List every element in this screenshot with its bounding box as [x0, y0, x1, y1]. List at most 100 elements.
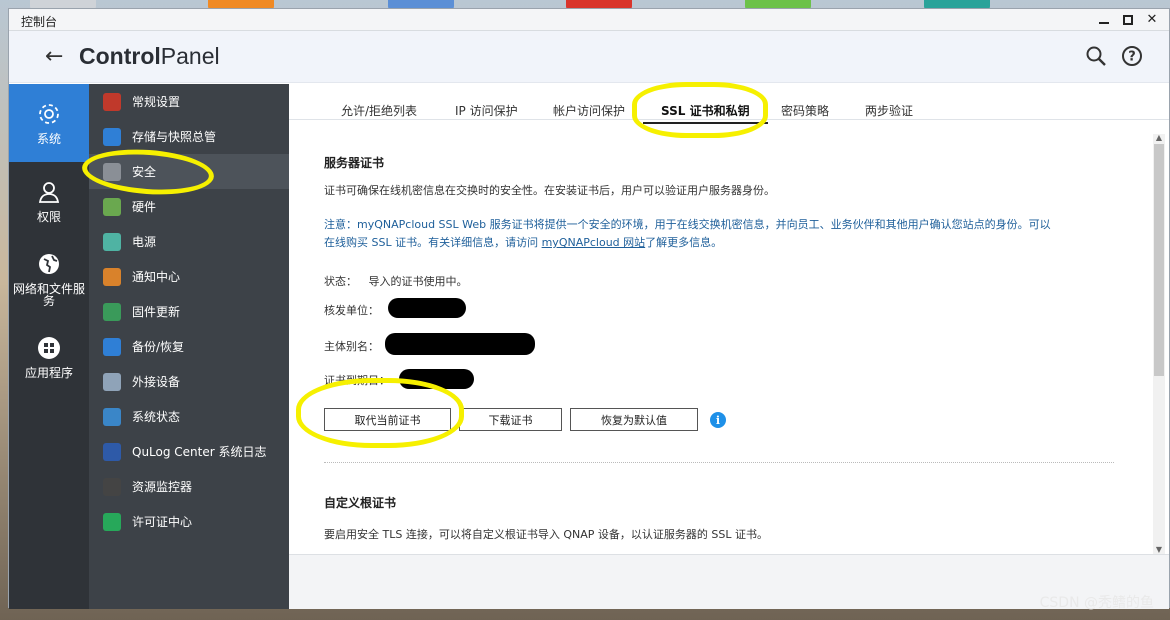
nav-label: 系统 — [36, 132, 61, 146]
nav-sub-item[interactable]: 许可证中心 — [89, 504, 289, 539]
scroll-thumb[interactable] — [1154, 144, 1164, 376]
nav-system[interactable]: 系统 — [9, 84, 89, 162]
nav-sub-label: 存储与快照总管 — [132, 130, 217, 144]
control-panel-window: 控制台 ✕ ← ControlPanel ? 系统 权限 网络和文件服务 应用程… — [8, 8, 1170, 609]
expiry-label: 证书到期日： — [324, 374, 390, 387]
download-certificate-button[interactable]: 下载证书 — [459, 408, 562, 431]
license-icon — [103, 512, 121, 531]
custom-root-cert-description: 要启用安全 TLS 连接，可以将自定义根证书导入 QNAP 设备，以认证服务器的… — [324, 528, 768, 541]
scroll-down-icon[interactable]: ▼ — [1154, 546, 1164, 554]
close-icon: ✕ — [1146, 12, 1158, 27]
nav-sub-item[interactable]: 通知中心 — [89, 259, 289, 294]
nav-sub-label: 许可证中心 — [132, 515, 193, 529]
restore-default-button[interactable]: 恢复为默认值 — [570, 408, 698, 431]
lock-icon — [103, 162, 121, 181]
tab-account-access-protection[interactable]: 帐户访问保护 — [553, 102, 625, 119]
minimize-button[interactable] — [1095, 11, 1113, 28]
status-row: 状态： 导入的证书使用中。 — [324, 273, 468, 289]
nav-sub-label: 系统状态 — [132, 410, 181, 424]
help-icon[interactable]: ? — [1121, 45, 1143, 67]
status-value: 导入的证书使用中。 — [368, 275, 468, 288]
user-icon — [38, 182, 60, 203]
nav-applications[interactable]: 应用程序 — [9, 318, 89, 396]
app-header: ← ControlPanel ? — [9, 31, 1169, 83]
nav-label: 应用程序 — [24, 366, 73, 380]
nav-sub-item[interactable]: 安全 — [89, 154, 289, 189]
server-cert-description: 证书可确保在线机密信息在交换时的安全性。在安装证书后，用户可以验证用户服务器身份… — [324, 184, 775, 197]
maximize-icon — [1123, 14, 1133, 25]
main-panel: 允许/拒绝列表 IP 访问保护 帐户访问保护 SSL 证书和私钥 密码策略 两步… — [289, 84, 1169, 609]
globe-icon — [39, 254, 59, 274]
maximize-button[interactable] — [1119, 11, 1137, 28]
primary-nav: 系统 权限 网络和文件服务 应用程序 — [9, 84, 89, 609]
nav-sub-item[interactable]: 资源监控器 — [89, 469, 289, 504]
replace-certificate-button[interactable]: 取代当前证书 — [324, 408, 451, 431]
tab-allow-deny-list[interactable]: 允许/拒绝列表 — [341, 102, 417, 119]
nav-label: 网络和文件服务 — [13, 282, 86, 308]
resource-monitor-icon — [103, 477, 121, 496]
nav-sub-label: 备份/恢复 — [132, 340, 185, 354]
subject-alias-label: 主体别名： — [324, 340, 379, 353]
nav-sub-label: 资源监控器 — [132, 480, 193, 494]
nav-sub-item[interactable]: 常规设置 — [89, 84, 289, 119]
nav-sub-label: 安全 — [132, 165, 157, 179]
nav-sub-item[interactable]: 存储与快照总管 — [89, 119, 289, 154]
scroll-up-icon[interactable]: ▲ — [1154, 134, 1164, 142]
redaction-mark — [388, 298, 466, 318]
nav-sub-item[interactable]: 硬件 — [89, 189, 289, 224]
nav-sub-label: 常规设置 — [132, 95, 181, 109]
nav-sub-label: 通知中心 — [132, 270, 181, 284]
firmware-icon — [103, 302, 121, 321]
nav-sub-label: 外接设备 — [132, 375, 181, 389]
nav-privileges[interactable]: 权限 — [9, 162, 89, 240]
monitor-icon — [103, 407, 121, 426]
svg-text:?: ? — [1128, 50, 1136, 65]
app-title: ControlPanel — [79, 43, 220, 69]
panel-footer — [289, 554, 1169, 609]
nav-sub-item[interactable]: 系统状态 — [89, 399, 289, 434]
storage-icon — [103, 127, 121, 146]
tab-two-step-verification[interactable]: 两步验证 — [865, 102, 913, 119]
info-icon[interactable]: i — [710, 412, 726, 428]
external-device-icon — [103, 372, 121, 391]
qulog-icon — [103, 442, 121, 461]
window-titlebar[interactable]: 控制台 ✕ — [9, 9, 1169, 31]
nav-label: 权限 — [36, 210, 61, 224]
status-label: 状态： — [324, 275, 357, 288]
section-divider — [324, 462, 1114, 463]
watermark: CSDN @秃鳍的鱼 — [1039, 595, 1154, 611]
power-icon — [103, 232, 121, 251]
content-scrollbar[interactable]: ▲ ▼ — [1153, 134, 1165, 554]
secondary-nav: 常规设置存储与快照总管 安全硬件电源通知中心固件更新备份/恢复外接设备系统状态 Qu… — [89, 84, 289, 609]
issuer-label: 核发单位： — [324, 304, 379, 317]
nav-sub-item[interactable]: QuLog Center 系统日志 — [89, 434, 289, 469]
back-arrow-icon[interactable]: ← — [45, 44, 63, 69]
nav-sub-item[interactable]: 电源 — [89, 224, 289, 259]
nav-network-file-services[interactable]: 网络和文件服务 — [9, 240, 89, 318]
gear-icon — [39, 104, 59, 124]
backup-icon — [103, 337, 121, 356]
window-title: 控制台 — [21, 15, 58, 29]
nav-sub-item[interactable]: 外接设备 — [89, 364, 289, 399]
settings-icon — [103, 92, 121, 111]
nav-sub-label: 电源 — [132, 235, 157, 249]
search-icon[interactable] — [1085, 45, 1107, 67]
hardware-icon — [103, 197, 121, 216]
tab-password-policy[interactable]: 密码策略 — [781, 102, 829, 119]
redaction-mark — [399, 369, 474, 389]
apps-icon — [38, 337, 60, 359]
nav-sub-label: 固件更新 — [132, 305, 181, 319]
tab-ip-access-protection[interactable]: IP 访问保护 — [455, 102, 518, 119]
nav-sub-item[interactable]: 固件更新 — [89, 294, 289, 329]
close-button[interactable]: ✕ — [1143, 11, 1161, 28]
redaction-mark — [385, 333, 535, 355]
custom-root-cert-title: 自定义根证书 — [324, 496, 397, 510]
server-cert-title: 服务器证书 — [324, 156, 385, 170]
myqnapcloud-link[interactable]: myQNAPcloud 网站 — [542, 236, 646, 249]
nav-sub-label: 硬件 — [132, 200, 157, 214]
nav-sub-label: QuLog Center 系统日志 — [132, 445, 267, 459]
server-cert-note: 注意：myQNAPcloud SSL Web 服务证书将提供一个安全的环境，用于… — [324, 218, 1051, 249]
notification-icon — [103, 267, 121, 286]
ssl-content: 服务器证书 证书可确保在线机密信息在交换时的安全性。在安装证书后，用户可以验证用… — [289, 121, 1151, 549]
nav-sub-item[interactable]: 备份/恢复 — [89, 329, 289, 364]
